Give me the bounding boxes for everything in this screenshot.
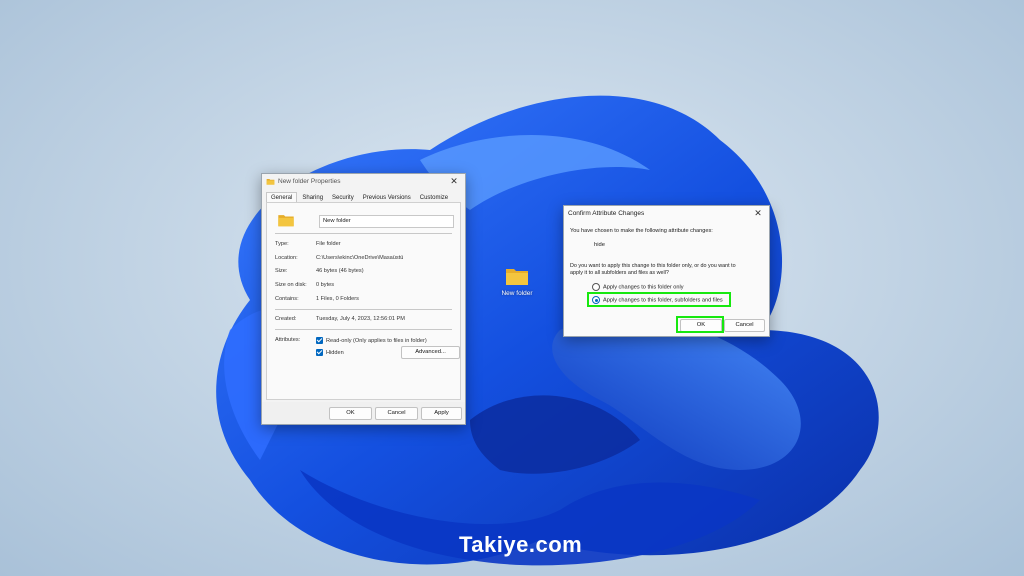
readonly-checkbox[interactable]: [316, 337, 323, 344]
type-row: Type: File folder: [275, 241, 452, 247]
close-icon[interactable]: ✕: [447, 174, 461, 188]
close-icon[interactable]: ✕: [751, 206, 765, 220]
divider: [275, 329, 452, 330]
confirm-question-line1: Do you want to apply this change to this…: [570, 263, 736, 269]
created-value: Tuesday, July 4, 2023, 12:56:01 PM: [316, 316, 405, 322]
confirm-title: Confirm Attribute Changes: [568, 209, 645, 217]
confirm-question-line2: apply it to all subfolders and files as …: [570, 270, 669, 276]
hidden-label: Hidden: [326, 349, 344, 356]
readonly-label: Read-only (Only applies to files in fold…: [326, 337, 427, 344]
option-folder-only-label: Apply changes to this folder only: [603, 284, 684, 291]
size-on-disk-value: 0 bytes: [316, 282, 335, 288]
option-folder-only[interactable]: Apply changes to this folder only: [592, 283, 684, 291]
ok-button[interactable]: OK: [329, 407, 372, 420]
readonly-checkbox-row[interactable]: Read-only (Only applies to files in fold…: [316, 337, 427, 344]
radio-folder-only[interactable]: [592, 283, 600, 291]
attributes-label: Attributes:: [275, 337, 301, 343]
folder-icon: [266, 178, 275, 185]
attributes-row: Attributes: Read-only (Only applies to f…: [275, 337, 452, 344]
general-tab-panel: New folder Type: File folder Location: C…: [266, 202, 461, 400]
size-value: 46 bytes (46 bytes): [316, 268, 364, 274]
type-label: Type:: [275, 241, 289, 247]
divider: [275, 309, 452, 310]
folder-properties-dialog: New folder Properties ✕ General Sharing …: [261, 173, 466, 425]
divider: [275, 233, 452, 234]
location-label: Location:: [275, 255, 298, 261]
highlight-box: [676, 316, 724, 333]
created-row: Created: Tuesday, July 4, 2023, 12:56:01…: [275, 316, 452, 322]
advanced-button[interactable]: Advanced...: [401, 346, 460, 359]
location-row: Location: C:\Users\ekinc\OneDrive\Masaüs…: [275, 255, 452, 261]
folder-icon: [278, 215, 294, 227]
size-on-disk-row: Size on disk: 0 bytes: [275, 282, 452, 288]
desktop-new-folder-icon[interactable]: New folder: [497, 266, 537, 297]
hidden-checkbox[interactable]: [316, 349, 323, 356]
size-label: Size:: [275, 268, 288, 274]
confirm-cancel-button[interactable]: Cancel: [724, 319, 765, 332]
confirm-attribute-changes-dialog: Confirm Attribute Changes ✕ You have cho…: [563, 205, 770, 337]
highlight-box: [587, 292, 731, 307]
contains-row: Contains: 1 Files, 0 Folders: [275, 296, 452, 302]
contains-value: 1 Files, 0 Folders: [316, 296, 359, 302]
desktop-icon-label: New folder: [501, 290, 533, 297]
apply-button[interactable]: Apply: [421, 407, 462, 420]
properties-button-bar: OK Cancel Apply: [262, 402, 465, 424]
desktop: New folder New folder Properties ✕ Gener…: [0, 0, 1024, 576]
folder-icon: [506, 269, 528, 285]
location-value: C:\Users\ekinc\OneDrive\Masaüstü: [316, 255, 404, 261]
confirm-intro: You have chosen to make the following at…: [570, 228, 713, 234]
size-on-disk-label: Size on disk:: [275, 282, 307, 288]
watermark-logo: Takiye.com: [459, 532, 583, 557]
confirm-change-value: hide: [594, 242, 605, 248]
size-row: Size: 46 bytes (46 bytes): [275, 268, 452, 274]
contains-label: Contains:: [275, 296, 299, 302]
created-label: Created:: [275, 316, 297, 322]
cancel-button[interactable]: Cancel: [375, 407, 418, 420]
hidden-checkbox-row[interactable]: Hidden: [316, 349, 344, 356]
folder-name-field[interactable]: New folder: [319, 215, 454, 228]
type-value: File folder: [316, 241, 341, 247]
properties-titlebar: New folder Properties ✕: [262, 174, 465, 188]
properties-title: New folder Properties: [278, 177, 341, 185]
confirm-titlebar: Confirm Attribute Changes ✕: [564, 206, 769, 220]
